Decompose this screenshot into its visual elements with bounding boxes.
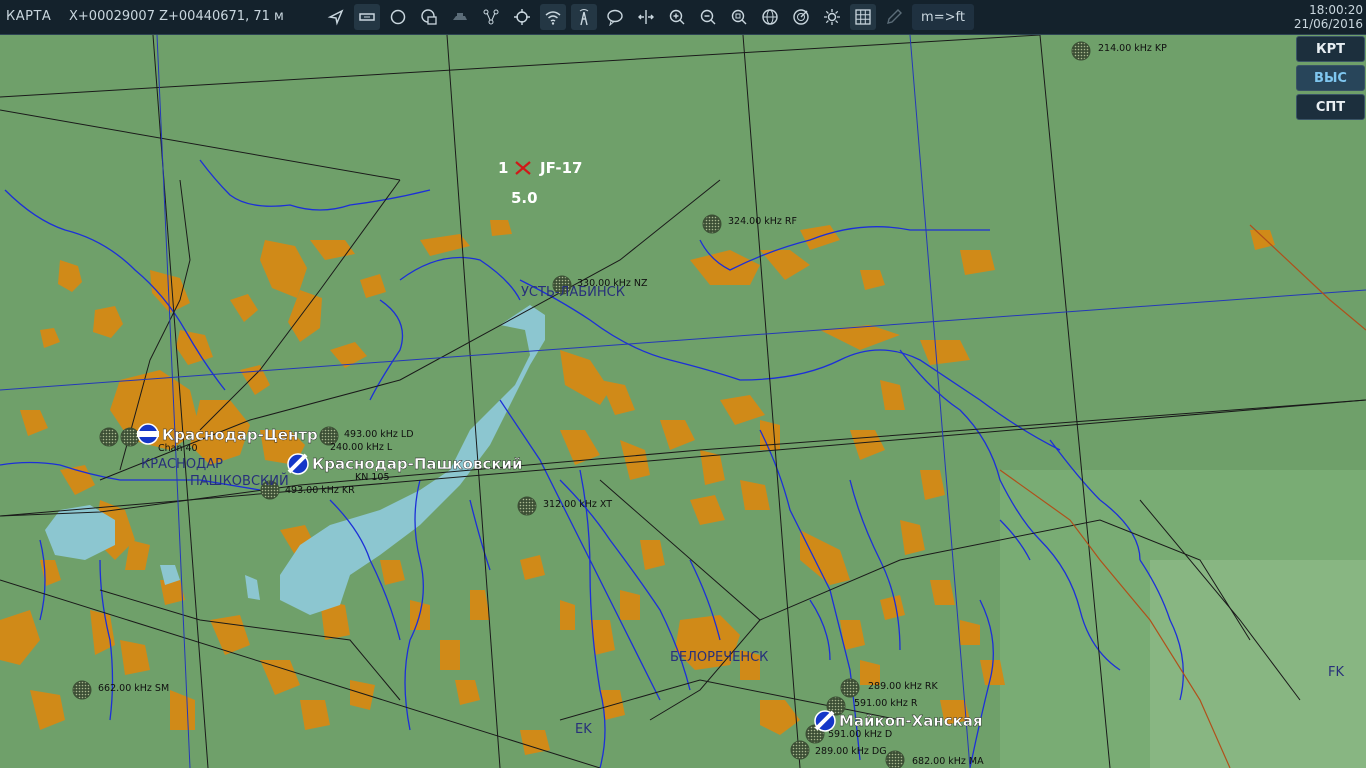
beacon-label: 312.00 kHz XT xyxy=(543,499,612,510)
airfield-label: Майкоп-Ханская xyxy=(839,712,983,730)
town-label: ПАШКОВСКИЙ xyxy=(190,473,289,489)
zoom-in-icon[interactable] xyxy=(664,4,690,30)
chat-icon[interactable] xyxy=(602,4,628,30)
airfield-label: Краснодар-Пашковский xyxy=(312,455,523,473)
beacon-label: 591.00 kHz R xyxy=(854,698,918,709)
map-mode-button[interactable]: КРТ xyxy=(1296,36,1365,62)
wifi-icon[interactable] xyxy=(540,4,566,30)
beacon-label: 289.00 kHz RK xyxy=(868,681,939,692)
pencil-icon[interactable] xyxy=(881,4,907,30)
grid-icon[interactable] xyxy=(850,4,876,30)
coordinates-readout: X+00029007 Z+00440671, 71 м xyxy=(69,9,284,24)
route-icon[interactable] xyxy=(478,4,504,30)
beacon-label: 324.00 kHz RF xyxy=(728,216,797,227)
satellite-mode-button[interactable]: СПТ xyxy=(1296,94,1365,120)
clock-time: 18:00:20 xyxy=(1309,3,1363,17)
zoom-out-icon[interactable] xyxy=(695,4,721,30)
aircraft-name: JF-17 xyxy=(539,159,582,177)
radar-icon[interactable] xyxy=(788,4,814,30)
beacon-label: Chan 40 xyxy=(158,443,198,454)
airfield-krasnodar-pashkovsky[interactable]: Краснодар-Пашковский xyxy=(287,453,523,475)
app-title: КАРТА xyxy=(6,9,52,24)
beacon-label: 682.00 kHz MA xyxy=(912,756,984,767)
globe-icon[interactable] xyxy=(757,4,783,30)
airfield-maykop-khanskaya[interactable]: Майкоп-Ханская xyxy=(814,710,983,732)
aircraft-value: 5.0 xyxy=(511,189,538,207)
zoom-fit-icon[interactable] xyxy=(726,4,752,30)
beacon-label: 240.00 kHz L xyxy=(330,442,393,453)
town-label: УСТЬ-ЛАБИНСК xyxy=(521,285,625,300)
sun-icon[interactable] xyxy=(819,4,845,30)
arrow-icon[interactable] xyxy=(323,4,349,30)
layers-icon[interactable] xyxy=(416,4,442,30)
runway-icon xyxy=(137,431,159,437)
town-label: EK xyxy=(575,722,592,737)
beacon-label: 662.00 kHz SM xyxy=(98,683,169,694)
aircraft-count: 1 xyxy=(498,159,508,177)
beacon-label: 591.00 kHz D xyxy=(828,729,892,740)
circle-icon[interactable] xyxy=(385,4,411,30)
unit-toggle-button[interactable]: m=>ft xyxy=(912,4,974,30)
beacon-label: 289.00 kHz DG xyxy=(815,746,887,757)
top-toolbar: КАРТА X+00029007 Z+00440671, 71 м m=>ft … xyxy=(0,0,1366,35)
vehicle-icon[interactable] xyxy=(447,4,473,30)
town-label: БЕЛОРЕЧЕНСК xyxy=(670,650,768,665)
beacon-label: 493.00 kHz KR xyxy=(285,485,355,496)
town-label: FK xyxy=(1328,665,1344,680)
airfield-krasnodar-center[interactable]: Краснодар-Центр xyxy=(137,423,318,445)
town-label: КРАСНОДАР xyxy=(141,457,223,472)
clock-date: 21/06/2016 xyxy=(1293,17,1363,31)
beacon-label: 493.00 kHz LD xyxy=(344,429,414,440)
tower-icon[interactable] xyxy=(571,4,597,30)
altitude-mode-button[interactable]: ВЫС xyxy=(1296,65,1365,91)
clock: 18:00:20 21/06/2016 xyxy=(1294,3,1363,31)
crosshair-icon[interactable] xyxy=(509,4,535,30)
ruler-icon[interactable] xyxy=(354,4,380,30)
beacon-label: 214.00 kHz KP xyxy=(1098,43,1167,54)
beacon-label: KN 105 xyxy=(355,472,390,483)
map-view[interactable]: 214.00 kHz KP 324.00 kHz RF 330.00 kHz N… xyxy=(0,35,1366,768)
airfield-label: Краснодар-Центр xyxy=(162,426,318,444)
arrows-icon[interactable] xyxy=(633,4,659,30)
